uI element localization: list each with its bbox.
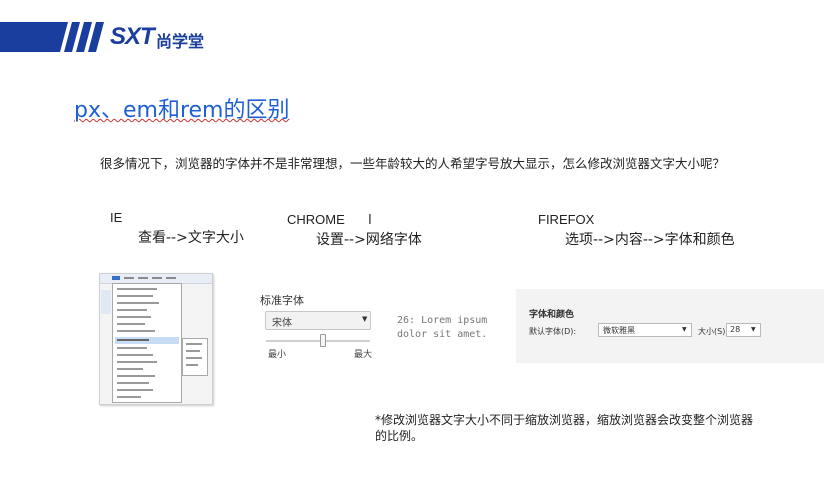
- chevron-down-icon: ▼: [682, 326, 687, 333]
- font-size-value: 28: [730, 325, 741, 334]
- firefox-path: 选项-->内容-->字体和颜色: [565, 232, 735, 248]
- ie-textsize-submenu: [182, 338, 208, 376]
- slider-thumb[interactable]: [320, 334, 327, 347]
- default-font-value: 微软雅黑: [603, 326, 635, 335]
- ie-sidebar: [101, 290, 111, 314]
- slider-max-label: 最大: [354, 350, 373, 360]
- standard-font-value: 宋体: [272, 318, 292, 329]
- chevron-down-icon: ▼: [362, 315, 368, 323]
- page-title: px、em和rem的区别: [74, 98, 290, 123]
- standard-font-label: 标准字体: [260, 294, 304, 307]
- firefox-label: FIREFOX: [538, 212, 595, 227]
- ie-menu-screenshot: [99, 273, 213, 405]
- font-size-label: 大小(S):: [698, 327, 729, 336]
- brand-stripes: [0, 22, 104, 52]
- chevron-down-icon: ▼: [751, 326, 756, 333]
- font-size-slider[interactable]: [266, 340, 370, 342]
- slider-min-label: 最小: [268, 350, 287, 360]
- firefox-font-heading: 字体和颜色: [529, 310, 575, 320]
- chrome-label: CHROME: [287, 212, 345, 227]
- default-font-label: 默认字体(D):: [529, 327, 577, 336]
- brand-name: 尚学堂: [156, 32, 205, 51]
- brand-logo: SXT: [110, 23, 155, 50]
- text-cursor-icon: I: [368, 213, 372, 228]
- chrome-path: 设置-->网络字体: [316, 232, 422, 248]
- ie-label: IE: [110, 210, 123, 225]
- ie-path: 查看-->文字大小: [138, 230, 244, 246]
- footnote: *修改浏览器文字大小不同于缩放浏览器，缩放浏览器会改变整个浏览器的比例。: [375, 413, 754, 443]
- ie-view-dropdown: [112, 283, 182, 403]
- font-preview-text: 26: Lorem ipsum dolor sit amet.: [397, 315, 488, 340]
- intro-paragraph: 很多情况下，浏览器的字体并不是非常理想，一些年龄较大的人希望字号放大显示，怎么修…: [100, 156, 726, 171]
